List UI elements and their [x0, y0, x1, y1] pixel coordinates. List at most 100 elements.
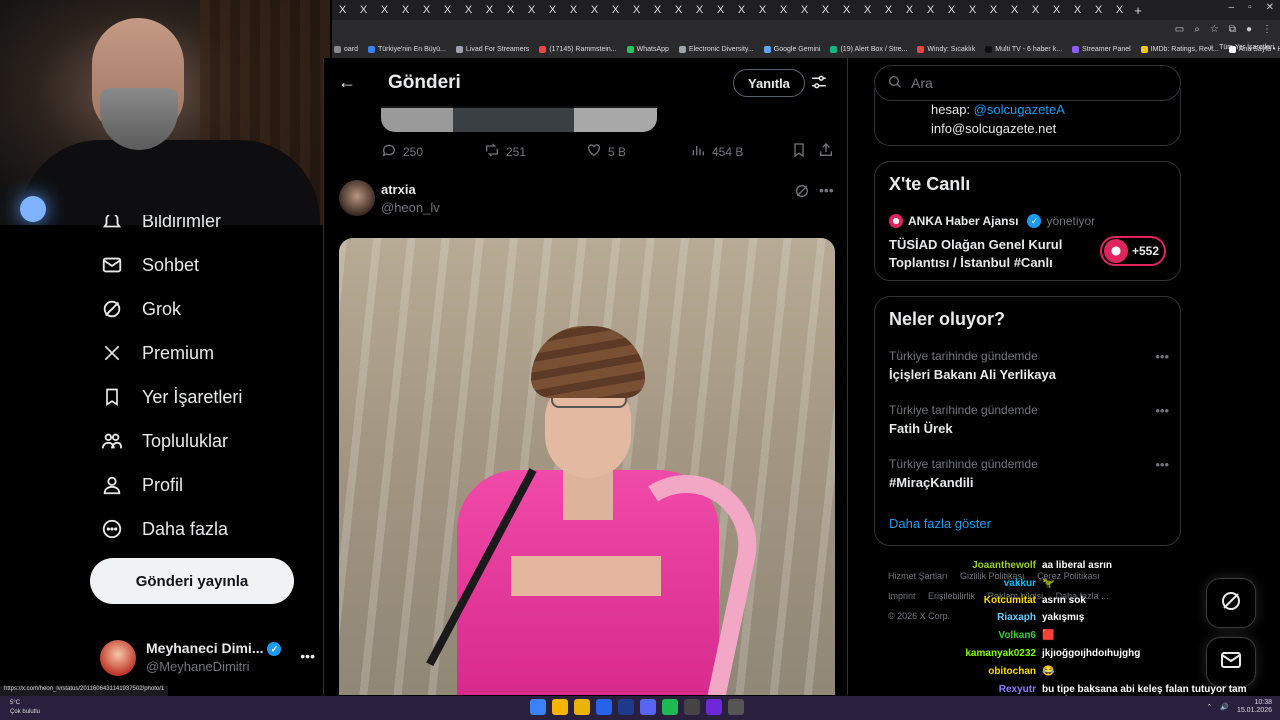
account-more-icon[interactable]: •••	[300, 648, 315, 664]
tab-close-icon[interactable]: X	[416, 4, 437, 16]
tab-close-icon[interactable]: X	[731, 4, 752, 16]
show-more-link[interactable]: Daha fazla göster	[889, 516, 991, 531]
clock[interactable]: 10:38 15.01.2026	[1237, 699, 1272, 715]
bookmarks-folder-label[interactable]: Tüm Yer İşaretleri	[1219, 44, 1274, 51]
tab-close-icon[interactable]: X	[920, 4, 941, 16]
filter-sliders-icon[interactable]	[810, 73, 828, 96]
profile-icon[interactable]: ●	[1246, 24, 1252, 35]
tab-close-icon[interactable]: X	[374, 4, 395, 16]
start-icon[interactable]	[530, 699, 546, 715]
nav-grok[interactable]: Grok	[100, 297, 181, 321]
nav-chat[interactable]: Sohbet	[100, 253, 199, 277]
tab-close-icon[interactable]: X	[941, 4, 962, 16]
volume-icon[interactable]: 🔊	[1220, 703, 1229, 711]
tab-close-icon[interactable]: X	[500, 4, 521, 16]
tab-close-icon[interactable]: X	[542, 4, 563, 16]
tab-close-icon[interactable]: X	[1025, 4, 1046, 16]
tweet-author-name[interactable]: atrxia	[381, 182, 416, 197]
nav-premium[interactable]: Premium	[100, 341, 214, 365]
contact-account-link[interactable]: @solcugazeteA	[974, 102, 1065, 117]
maximize-button[interactable]: ▫	[1248, 2, 1252, 13]
footer-link[interactable]: Imprint	[888, 591, 916, 601]
tab-close-icon[interactable]: X	[332, 4, 353, 16]
like-action[interactable]: 5 B	[586, 142, 626, 161]
tab-close-icon[interactable]: X	[647, 4, 668, 16]
steam-icon[interactable]	[618, 699, 634, 715]
extensions-icon[interactable]: ⧉	[1229, 24, 1236, 35]
bookmark-item[interactable]: Livad For Streamers	[455, 45, 529, 53]
post-button[interactable]: Gönderi yayınla	[90, 558, 294, 604]
tab-close-icon[interactable]: X	[353, 4, 374, 16]
tab-close-icon[interactable]: X	[710, 4, 731, 16]
bookmark-item[interactable]: Streamer Panel	[1072, 45, 1131, 53]
tab-close-icon[interactable]: X	[962, 4, 983, 16]
tab-close-icon[interactable]: X	[857, 4, 878, 16]
share-action[interactable]	[818, 142, 834, 161]
nav-profile[interactable]: Profil	[100, 473, 183, 497]
tab-close-icon[interactable]: X	[752, 4, 773, 16]
nav-communities[interactable]: Topluluklar	[100, 429, 228, 453]
tab-close-icon[interactable]: X	[395, 4, 416, 16]
tab-close-icon[interactable]: X	[836, 4, 857, 16]
discord-icon[interactable]	[640, 699, 656, 715]
grok-explain-icon[interactable]	[794, 183, 810, 204]
tab-close-icon[interactable]: X	[983, 4, 1004, 16]
trend-item[interactable]: Türkiye tarihinde gündemde #MiraçKandili…	[889, 457, 1169, 490]
bookmark-item[interactable]: Multi TV - 6 haber k...	[985, 45, 1062, 53]
browser-tab-strip[interactable]: X X X X X X X X X X X X X X X X X X X X X X X X X X X X X X X X X X X X X X +	[332, 0, 1280, 20]
tab-close-icon[interactable]: X	[479, 4, 500, 16]
spotify-icon[interactable]	[662, 699, 678, 715]
folder-icon[interactable]	[574, 699, 590, 715]
tab-close-icon[interactable]: X	[1004, 4, 1025, 16]
search-input[interactable]: Ara	[874, 65, 1181, 101]
app-icon[interactable]	[728, 699, 744, 715]
tab-close-icon[interactable]: X	[1088, 4, 1109, 16]
tab-close-icon[interactable]: X	[794, 4, 815, 16]
tab-close-icon[interactable]: X	[815, 4, 836, 16]
menu-icon[interactable]: ⋮	[1262, 24, 1272, 35]
bookmark-item[interactable]: (19) Alert Box / Stre...	[830, 45, 907, 53]
tab-close-icon[interactable]: X	[1067, 4, 1088, 16]
app-icon[interactable]	[684, 699, 700, 715]
tweet-author-handle[interactable]: @heon_lv	[381, 200, 440, 215]
live-card[interactable]: X'te Canlı ANKA Haber Ajansı ✓ yönetiyor…	[874, 161, 1181, 281]
bookmarks-more[interactable]: »	[1209, 44, 1213, 51]
install-icon[interactable]: ▭	[1175, 24, 1184, 35]
tray-chevron-icon[interactable]: ⌃	[1206, 703, 1212, 711]
tab-close-icon[interactable]: X	[521, 4, 542, 16]
tab-close-icon[interactable]: X	[878, 4, 899, 16]
tab-close-icon[interactable]: X	[626, 4, 647, 16]
nav-more[interactable]: Daha fazla	[100, 517, 228, 541]
tab-close-icon[interactable]: X	[668, 4, 689, 16]
tab-close-icon[interactable]: X	[773, 4, 794, 16]
star-icon[interactable]: ☆	[1210, 24, 1219, 35]
bookmark-item[interactable]: (17145) Rammstein...	[539, 45, 617, 53]
trend-more-icon[interactable]: •••	[1155, 457, 1169, 472]
tab-close-icon[interactable]: X	[1046, 4, 1067, 16]
previous-post-image[interactable]	[381, 106, 657, 132]
tab-close-icon[interactable]: X	[458, 4, 479, 16]
trend-item[interactable]: Türkiye tarihinde gündemde Fatih Ürek ••…	[889, 403, 1169, 436]
tweet-photo[interactable]	[339, 238, 835, 695]
bookmark-item[interactable]: Windy: Sıcaklık	[917, 45, 975, 53]
tab-close-icon[interactable]: X	[689, 4, 710, 16]
bookmark-action[interactable]	[791, 142, 807, 161]
bookmarks-folder[interactable]: » Tüm Yer İşaretleri	[1209, 44, 1274, 51]
weather-widget[interactable]: 5°C Çok bulutlu	[10, 699, 40, 717]
bookmark-item[interactable]: IMDb: Ratings, Revi...	[1140, 45, 1219, 53]
tweet-more-icon[interactable]: •••	[819, 182, 834, 198]
views-action[interactable]: 454 B	[690, 142, 743, 161]
app-icon[interactable]	[596, 699, 612, 715]
close-window-button[interactable]: ✕	[1266, 2, 1274, 13]
repost-action[interactable]: 251	[484, 142, 526, 161]
reply-action[interactable]: 250	[381, 142, 423, 161]
bookmark-item[interactable]: Google Gemini	[763, 45, 820, 53]
minimize-button[interactable]: –	[1229, 2, 1235, 13]
trend-more-icon[interactable]: •••	[1155, 349, 1169, 364]
tab-close-icon[interactable]: X	[1109, 4, 1130, 16]
tab-close-icon[interactable]: X	[899, 4, 920, 16]
zoom-icon[interactable]: ⌕	[1194, 24, 1200, 35]
tab-close-icon[interactable]: X	[563, 4, 584, 16]
tweet-author-avatar[interactable]	[339, 180, 375, 216]
live-listeners-pill[interactable]: +552	[1100, 236, 1166, 266]
